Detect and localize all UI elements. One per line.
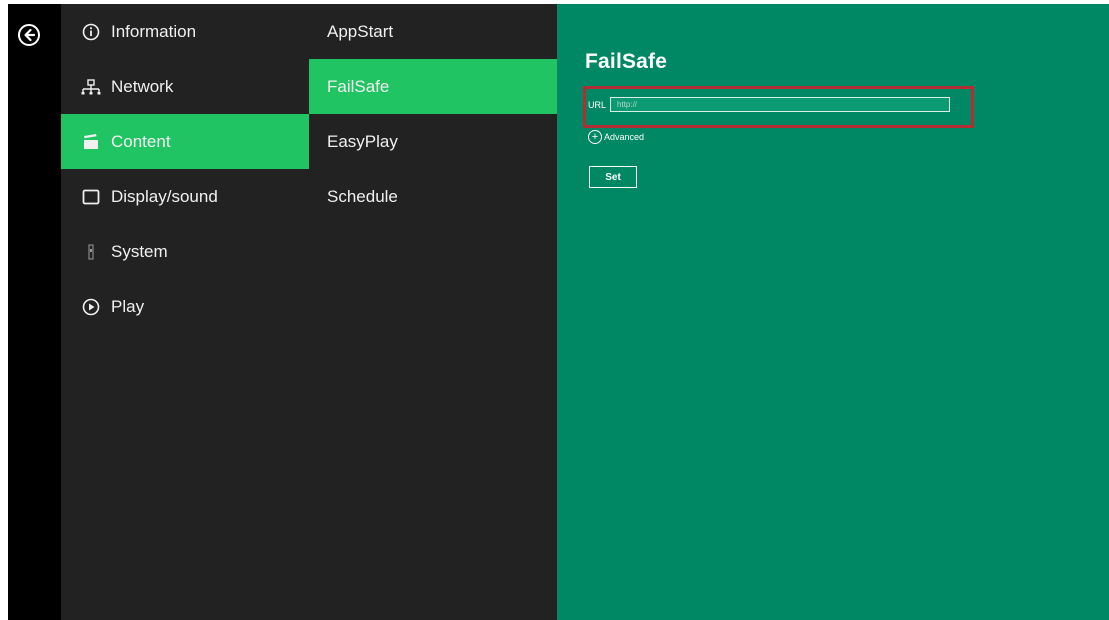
submenu-item-easyplay[interactable]: EasyPlay [309, 114, 557, 169]
menu-item-display-sound[interactable]: Display/sound [61, 169, 309, 224]
submenu-item-label: AppStart [327, 21, 394, 41]
advanced-toggle[interactable]: + Advanced [588, 130, 644, 144]
menu-item-system[interactable]: System [61, 224, 309, 279]
clapperboard-icon [81, 132, 101, 152]
menu-item-label: Display/sound [111, 186, 218, 206]
system-icon [81, 242, 101, 262]
menu-item-information[interactable]: Information [61, 4, 309, 59]
url-input[interactable] [610, 97, 951, 112]
set-button[interactable]: Set [589, 166, 637, 188]
url-label: URL [588, 99, 607, 110]
menu-item-label: Content [111, 131, 171, 151]
secondary-menu: AppStart FailSafe EasyPlay Schedule [309, 4, 557, 620]
submenu-item-label: EasyPlay [327, 131, 398, 151]
app-screen: Information Network Content Display/soun… [8, 4, 1109, 620]
menu-item-label: Network [111, 76, 174, 96]
menu-item-label: System [111, 241, 168, 261]
primary-menu: Information Network Content Display/soun… [61, 4, 309, 620]
url-row: URL [588, 97, 951, 112]
menu-item-play[interactable]: Play [61, 279, 309, 334]
advanced-label: Advanced [604, 132, 645, 142]
menu-item-label: Play [111, 296, 145, 316]
play-icon [81, 297, 101, 317]
info-icon [81, 22, 101, 42]
network-icon [81, 77, 101, 97]
arrow-left-circle-icon [18, 24, 40, 46]
submenu-item-failsafe[interactable]: FailSafe [309, 59, 557, 114]
submenu-item-label: Schedule [327, 186, 398, 206]
back-button[interactable] [18, 24, 40, 46]
menu-item-content[interactable]: Content [61, 114, 309, 169]
back-rail [8, 4, 61, 620]
submenu-item-label: FailSafe [327, 76, 390, 96]
display-icon [81, 187, 101, 207]
plus-circle-icon: + [588, 130, 602, 144]
menu-item-network[interactable]: Network [61, 59, 309, 114]
page-title: FailSafe [585, 50, 668, 73]
menu-item-label: Information [111, 21, 197, 41]
failsafe-panel: FailSafe URL + Advanced Set [557, 4, 1109, 620]
submenu-item-appstart[interactable]: AppStart [309, 4, 557, 59]
submenu-item-schedule[interactable]: Schedule [309, 169, 557, 224]
